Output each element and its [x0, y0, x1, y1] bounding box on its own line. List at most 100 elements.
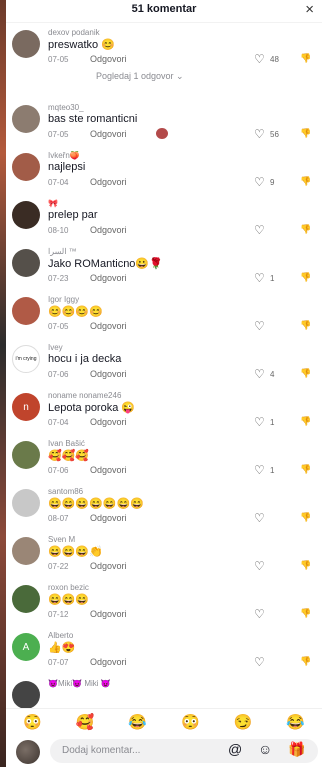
view-replies-button[interactable]: Pogledaj 1 odgovor ⌄	[96, 71, 184, 82]
reply-button[interactable]: Odgovori	[90, 657, 127, 667]
like-heart-icon[interactable]: ♡	[254, 416, 265, 428]
comment-username[interactable]: roxon bezic	[48, 583, 89, 592]
reply-button[interactable]: Odgovori	[90, 609, 127, 619]
quick-emoji-2[interactable]: 🥰	[76, 713, 95, 731]
comment-username[interactable]: santom86	[48, 487, 83, 496]
reply-button[interactable]: Odgovori	[90, 225, 127, 235]
dislike-icon[interactable]: 👎	[300, 560, 311, 571]
quick-emoji-bar: 😳 🥰 😂 😳 😏 😂	[6, 708, 322, 735]
close-icon[interactable]: ×	[305, 1, 314, 18]
user-avatar[interactable]	[12, 585, 40, 613]
dislike-icon[interactable]: 👎	[300, 464, 311, 475]
dislike-icon[interactable]: 👎	[300, 608, 311, 619]
dislike-icon[interactable]: 👎	[300, 176, 311, 187]
comment-text: preswatko 😊	[48, 39, 115, 51]
user-avatar[interactable]	[12, 489, 40, 517]
quick-emoji-3[interactable]: 😂	[128, 713, 147, 731]
like-heart-icon[interactable]: ♡	[254, 320, 265, 332]
comment-username[interactable]: Ivan Bašić	[48, 439, 85, 448]
like-count: 1	[270, 274, 275, 283]
like-count: 1	[270, 418, 275, 427]
comment-username[interactable]: Alberto	[48, 631, 73, 640]
reply-button[interactable]: Odgovori	[90, 273, 127, 283]
emoji-icon[interactable]: ☺	[258, 741, 272, 757]
dislike-icon[interactable]: 👎	[300, 128, 311, 139]
user-avatar[interactable]	[12, 30, 40, 58]
dislike-icon[interactable]: 👎	[300, 224, 311, 235]
reply-button[interactable]: Odgovori	[90, 321, 127, 331]
dislike-icon[interactable]: 👎	[300, 656, 311, 667]
user-avatar[interactable]: n	[12, 393, 40, 421]
like-heart-icon[interactable]: ♡	[254, 464, 265, 476]
user-avatar[interactable]	[12, 297, 40, 325]
comment-item: A Alberto 👍😍 07-07 Odgovori ♡ 👎	[6, 627, 322, 675]
reply-button[interactable]: Odgovori	[90, 561, 127, 571]
dislike-icon[interactable]: 👎	[300, 320, 311, 331]
like-heart-icon[interactable]: ♡	[254, 656, 265, 668]
comment-username[interactable]: dexov podanik	[48, 28, 100, 37]
reply-button[interactable]: Odgovori	[90, 465, 127, 475]
comment-text: Lepota poroka 😜	[48, 402, 136, 414]
like-count: 48	[270, 55, 279, 64]
like-count: 56	[270, 130, 279, 139]
user-avatar[interactable]	[12, 249, 40, 277]
like-heart-icon[interactable]: ♡	[254, 512, 265, 524]
user-avatar[interactable]	[12, 153, 40, 181]
user-avatar[interactable]	[12, 441, 40, 469]
gift-icon[interactable]: 🎁	[288, 741, 305, 757]
comment-text: 😄😄😄😄😄😄😄	[48, 498, 144, 510]
comment-date: 07-05	[48, 130, 69, 139]
user-avatar[interactable]	[12, 681, 40, 709]
dislike-icon[interactable]: 👎	[300, 272, 311, 283]
comment-text: prelep par	[48, 209, 98, 221]
like-heart-icon[interactable]: ♡	[254, 368, 265, 380]
reply-button[interactable]: Odgovori	[90, 513, 127, 523]
quick-emoji-1[interactable]: 😳	[23, 713, 42, 731]
like-heart-icon[interactable]: ♡	[254, 224, 265, 236]
comment-username[interactable]: 🎀	[48, 199, 58, 208]
like-heart-icon[interactable]: ♡	[254, 272, 265, 284]
like-heart-icon[interactable]: ♡	[254, 128, 265, 140]
user-avatar[interactable]	[12, 537, 40, 565]
comment-username[interactable]: Ivey	[48, 343, 63, 352]
like-heart-icon[interactable]: ♡	[254, 53, 265, 65]
my-avatar	[16, 740, 40, 764]
comment-username[interactable]: mqteo30_	[48, 103, 84, 112]
like-count: 1	[270, 466, 275, 475]
reply-button[interactable]: Odgovori	[90, 129, 127, 139]
user-avatar[interactable]: A	[12, 633, 40, 661]
comment-text: hocu i ja decka	[48, 353, 122, 365]
quick-emoji-5[interactable]: 😏	[234, 713, 253, 731]
quick-emoji-4[interactable]: 😳	[181, 713, 200, 731]
like-heart-icon[interactable]: ♡	[254, 608, 265, 620]
comment-username[interactable]: 😈Miki😈 Miki 😈	[48, 679, 111, 688]
comment-username[interactable]: noname noname246	[48, 391, 121, 400]
comment-text: bas ste romanticni	[48, 113, 138, 125]
like-count: 4	[270, 370, 275, 379]
mention-icon[interactable]: @	[228, 741, 242, 757]
quick-emoji-6[interactable]: 😂	[286, 713, 305, 731]
dislike-icon[interactable]: 👎	[300, 416, 311, 427]
reply-button[interactable]: Odgovori	[90, 177, 127, 187]
comment-date: 07-06	[48, 370, 69, 379]
comment-username[interactable]: Sven M	[48, 535, 75, 544]
user-avatar[interactable]	[12, 105, 40, 133]
reply-button[interactable]: Odgovori	[90, 417, 127, 427]
comment-text: 😄😄😄👏	[48, 546, 103, 558]
like-heart-icon[interactable]: ♡	[254, 176, 265, 188]
comment-input-bar: Dodaj komentar... @ ☺ 🎁	[6, 738, 322, 764]
comment-item: 🎀 prelep par 08-10 Odgovori ♡ 👎	[6, 195, 322, 243]
dislike-icon[interactable]: 👎	[300, 53, 311, 64]
dislike-icon[interactable]: 👎	[300, 512, 311, 523]
like-heart-icon[interactable]: ♡	[254, 560, 265, 572]
reply-button[interactable]: Odgovori	[90, 54, 127, 64]
comment-username[interactable]: Ivkeřn🍑	[48, 151, 80, 160]
user-avatar[interactable]: i'm crying	[12, 345, 40, 373]
reply-button[interactable]: Odgovori	[90, 369, 127, 379]
user-avatar[interactable]	[12, 201, 40, 229]
comment-username[interactable]: Igor Iggy	[48, 295, 79, 304]
comment-username[interactable]: السرا ™	[48, 247, 77, 256]
dislike-icon[interactable]: 👎	[300, 368, 311, 379]
comment-input[interactable]: Dodaj komentar...	[50, 739, 318, 763]
comment-date: 07-23	[48, 274, 69, 283]
